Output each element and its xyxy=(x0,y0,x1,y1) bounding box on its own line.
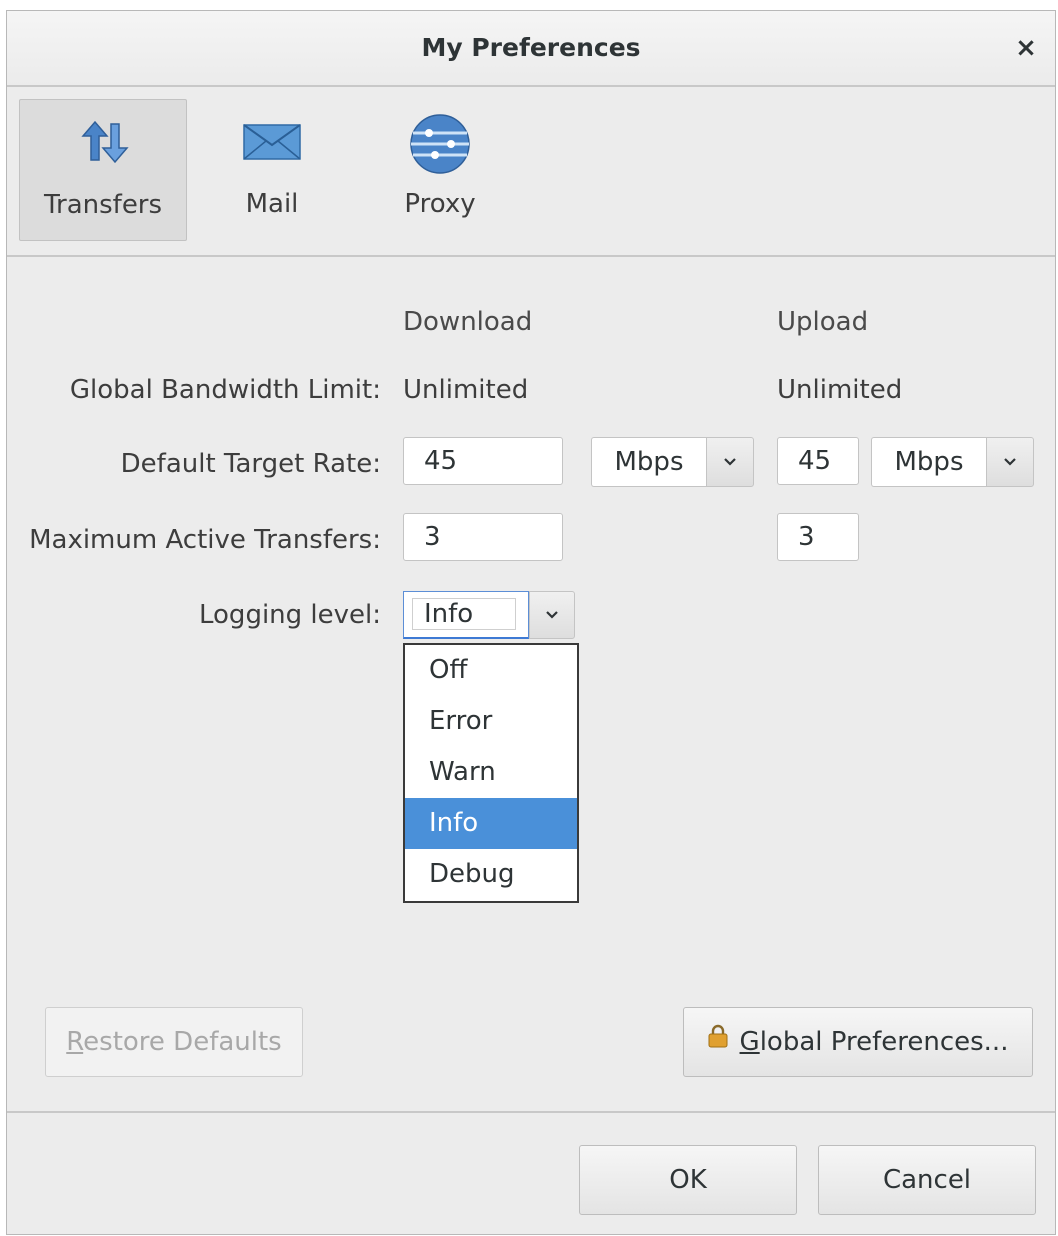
upload-rate-unit-select[interactable]: Mbps xyxy=(871,437,1034,487)
logging-option-debug[interactable]: Debug xyxy=(405,849,577,900)
title-bar: My Preferences × xyxy=(7,11,1055,87)
tab-transfers[interactable]: Transfers xyxy=(19,99,187,241)
max-active-transfers-label: Maximum Active Transfers: xyxy=(29,525,381,555)
ok-button[interactable]: OK xyxy=(579,1145,797,1215)
transfers-panel: Download Upload Global Bandwidth Limit: … xyxy=(7,257,1055,1111)
logging-option-info[interactable]: Info xyxy=(405,798,577,849)
tab-mail[interactable]: Mail xyxy=(193,99,351,241)
transfers-icon xyxy=(77,120,129,168)
cancel-button[interactable]: Cancel xyxy=(818,1145,1036,1215)
close-icon[interactable]: × xyxy=(1011,33,1041,63)
dialog-title: My Preferences xyxy=(421,33,641,62)
global-preferences-button[interactable]: Global Preferences... xyxy=(683,1007,1033,1077)
global-preferences-label: lobal Preferences... xyxy=(759,1027,1009,1057)
logging-level-value: Info xyxy=(424,599,474,629)
mail-icon xyxy=(242,119,302,167)
preferences-dialog: My Preferences × Transfers Mail Proxy Do… xyxy=(6,10,1056,1235)
logging-level-label: Logging level: xyxy=(199,600,381,630)
tab-mail-label: Mail xyxy=(245,189,299,219)
logging-level-select[interactable]: Info xyxy=(403,591,577,643)
tab-proxy-label: Proxy xyxy=(404,189,476,219)
tab-transfers-label: Transfers xyxy=(43,190,163,220)
logging-option-warn[interactable]: Warn xyxy=(405,747,577,798)
upload-column-header: Upload xyxy=(777,307,869,337)
restore-defaults-mnemonic: R xyxy=(66,1027,84,1057)
chevron-down-icon[interactable] xyxy=(529,591,575,639)
upload-rate-unit-value: Mbps xyxy=(871,437,986,487)
logging-level-dropdown: Off Error Warn Info Debug xyxy=(403,643,579,903)
logging-option-off[interactable]: Off xyxy=(405,645,577,696)
logging-level-field[interactable]: Info xyxy=(403,591,529,639)
logging-option-error[interactable]: Error xyxy=(405,696,577,747)
chevron-down-icon[interactable] xyxy=(986,437,1034,487)
restore-defaults-label: estore Defaults xyxy=(83,1027,282,1057)
global-bandwidth-download-value: Unlimited xyxy=(403,375,529,405)
download-max-transfers-input[interactable]: 3 xyxy=(403,513,563,561)
download-column-header: Download xyxy=(403,307,533,337)
upload-target-rate-input[interactable]: 45 xyxy=(777,437,859,485)
chevron-down-icon[interactable] xyxy=(706,437,754,487)
tab-proxy[interactable]: Proxy xyxy=(357,99,523,241)
download-target-rate-input[interactable]: 45 xyxy=(403,437,563,485)
download-rate-unit-select[interactable]: Mbps xyxy=(591,437,754,487)
dialog-footer: OK Cancel xyxy=(7,1111,1055,1236)
restore-defaults-button[interactable]: Restore Defaults xyxy=(45,1007,303,1077)
default-target-rate-label: Default Target Rate: xyxy=(120,449,381,479)
download-rate-unit-value: Mbps xyxy=(591,437,706,487)
preferences-toolbar: Transfers Mail Proxy xyxy=(7,87,1055,257)
global-bandwidth-upload-value: Unlimited xyxy=(777,375,903,405)
lock-icon xyxy=(708,1006,728,1074)
proxy-icon xyxy=(407,113,473,179)
upload-max-transfers-input[interactable]: 3 xyxy=(777,513,859,561)
global-bandwidth-label: Global Bandwidth Limit: xyxy=(69,375,381,405)
global-preferences-mnemonic: G xyxy=(739,1027,760,1057)
